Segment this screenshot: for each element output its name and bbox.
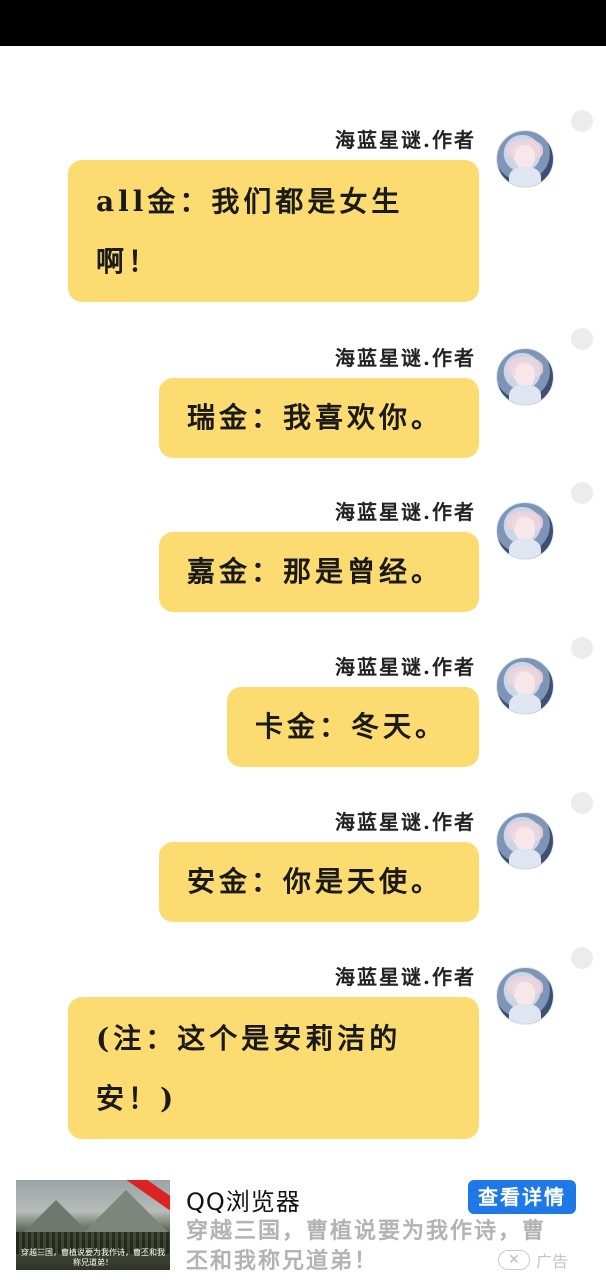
ad-banner[interactable]: 穿越三国，曹植说要为我作诗，曹丕和我称兄道弟！ QQ浏览器 查看详情 穿越三国，…: [0, 1170, 606, 1280]
avatar[interactable]: [496, 130, 554, 188]
sender-name: 海蓝星谜.作者: [335, 346, 476, 370]
avatar[interactable]: [496, 967, 554, 1025]
message-line: 瑞金：我喜欢你。: [187, 401, 444, 434]
select-dot[interactable]: [571, 110, 593, 132]
avatar[interactable]: [496, 657, 554, 715]
avatar[interactable]: [496, 502, 554, 560]
message-line: (注：这个是安莉洁的: [96, 1022, 402, 1055]
message-line: 安金：你是天使。: [187, 865, 444, 898]
view-details-button[interactable]: 查看详情: [468, 1180, 576, 1214]
avatar[interactable]: [496, 812, 554, 870]
sender-name: 海蓝星谜.作者: [335, 810, 476, 834]
sender-name: 海蓝星谜.作者: [335, 500, 476, 524]
message-line: 嘉金：那是曾经。: [187, 555, 444, 588]
message-bubble[interactable]: all金：我们都是女生 啊！: [68, 160, 479, 302]
message-line: 卡金：冬天。: [255, 710, 448, 743]
sender-name: 海蓝星谜.作者: [335, 965, 476, 989]
select-dot[interactable]: [571, 792, 593, 814]
message-bubble[interactable]: 安金：你是天使。: [159, 842, 479, 922]
ad-description-line: 穿越三国，曹植说要为我作诗，曹: [186, 1218, 547, 1244]
message-line: all金：我们都是女生: [96, 185, 404, 218]
select-dot[interactable]: [571, 947, 593, 969]
sender-name: 海蓝星谜.作者: [335, 128, 476, 152]
close-icon[interactable]: ✕: [498, 1250, 530, 1270]
message-bubble[interactable]: (注：这个是安莉洁的 安！): [68, 997, 479, 1139]
ad-title[interactable]: QQ浏览器: [186, 1182, 301, 1217]
message-bubble[interactable]: 嘉金：那是曾经。: [159, 532, 479, 612]
sender-name: 海蓝星谜.作者: [335, 655, 476, 679]
select-dot[interactable]: [571, 482, 593, 504]
ad-image[interactable]: 穿越三国，曹植说要为我作诗，曹丕和我称兄道弟！: [16, 1180, 170, 1270]
select-dot[interactable]: [571, 637, 593, 659]
message-bubble[interactable]: 瑞金：我喜欢你。: [159, 378, 479, 458]
select-dot[interactable]: [571, 328, 593, 350]
message-line: 啊！: [96, 245, 161, 278]
message-bubble[interactable]: 卡金：冬天。: [227, 687, 479, 767]
message-line: 安！): [96, 1082, 178, 1115]
status-bar: [0, 0, 606, 46]
avatar[interactable]: [496, 348, 554, 406]
ad-label: 广告: [536, 1252, 569, 1271]
ad-image-caption: 穿越三国，曹植说要为我作诗，曹丕和我称兄道弟！: [21, 1248, 165, 1267]
